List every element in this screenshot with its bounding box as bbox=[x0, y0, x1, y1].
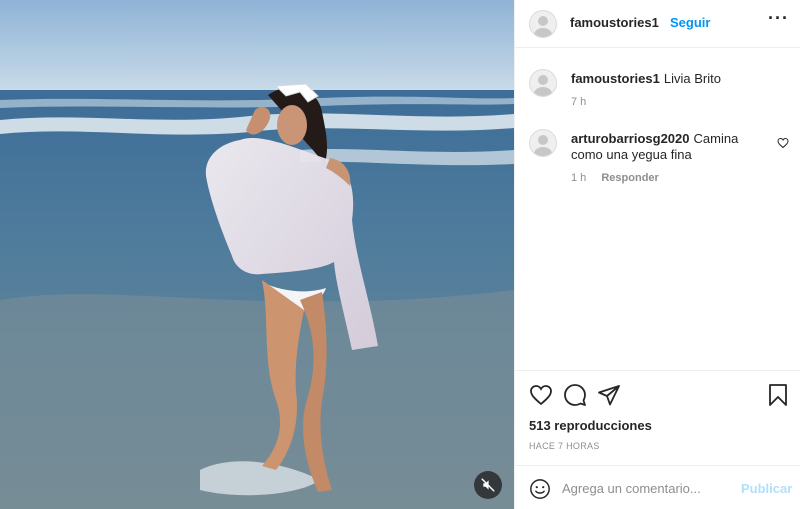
comment-input[interactable] bbox=[562, 477, 742, 499]
views-count[interactable]: 513 reproducciones bbox=[529, 418, 652, 433]
paper-plane-icon[interactable] bbox=[597, 383, 621, 407]
muted-speaker-icon bbox=[481, 478, 495, 492]
instagram-post: famoustories1 Seguir ··· famoustories1 Li… bbox=[0, 0, 800, 509]
follow-button[interactable]: Seguir bbox=[670, 15, 710, 30]
comment-username[interactable]: arturobarriosg2020 bbox=[571, 131, 690, 146]
post-actions: 513 reproducciones HACE 7 HORAS Publicar bbox=[515, 370, 800, 509]
sky bbox=[0, 0, 514, 92]
post-timestamp[interactable]: HACE 7 HORAS bbox=[529, 441, 600, 451]
post-sidebar: famoustories1 Seguir ··· famoustories1 Li… bbox=[514, 0, 800, 509]
post-header: famoustories1 Seguir ··· bbox=[515, 0, 800, 48]
beach-video-frame bbox=[0, 0, 514, 509]
caption-time[interactable]: 7 h bbox=[571, 96, 586, 108]
caption-username[interactable]: famoustories1 bbox=[571, 71, 660, 86]
comment-meta: 1 h Responder bbox=[571, 172, 671, 184]
author-avatar[interactable] bbox=[529, 10, 557, 38]
smiley-icon[interactable] bbox=[529, 478, 551, 500]
comment-avatar[interactable] bbox=[529, 129, 557, 157]
caption-avatar[interactable] bbox=[529, 69, 557, 97]
post-video[interactable] bbox=[0, 0, 514, 509]
caption-meta: 7 h bbox=[571, 96, 598, 108]
heart-icon[interactable] bbox=[529, 383, 553, 407]
comment-text: arturobarriosg2020 Camina como una yegua … bbox=[571, 131, 771, 163]
mute-button[interactable] bbox=[474, 471, 502, 499]
comment-bubble-icon[interactable] bbox=[563, 383, 587, 407]
more-options-icon[interactable]: ··· bbox=[768, 8, 789, 29]
caption-text: famoustories1 Livia Brito bbox=[571, 71, 771, 87]
comment-time[interactable]: 1 h bbox=[571, 172, 586, 184]
caption-body: Livia Brito bbox=[663, 71, 721, 86]
add-comment-bar: Publicar bbox=[515, 465, 800, 509]
heart-icon[interactable] bbox=[777, 137, 789, 149]
bookmark-icon[interactable] bbox=[766, 383, 790, 407]
reply-button[interactable]: Responder bbox=[601, 172, 658, 184]
publish-button[interactable]: Publicar bbox=[741, 481, 792, 496]
author-username[interactable]: famoustories1 bbox=[570, 15, 659, 30]
face bbox=[277, 105, 307, 145]
